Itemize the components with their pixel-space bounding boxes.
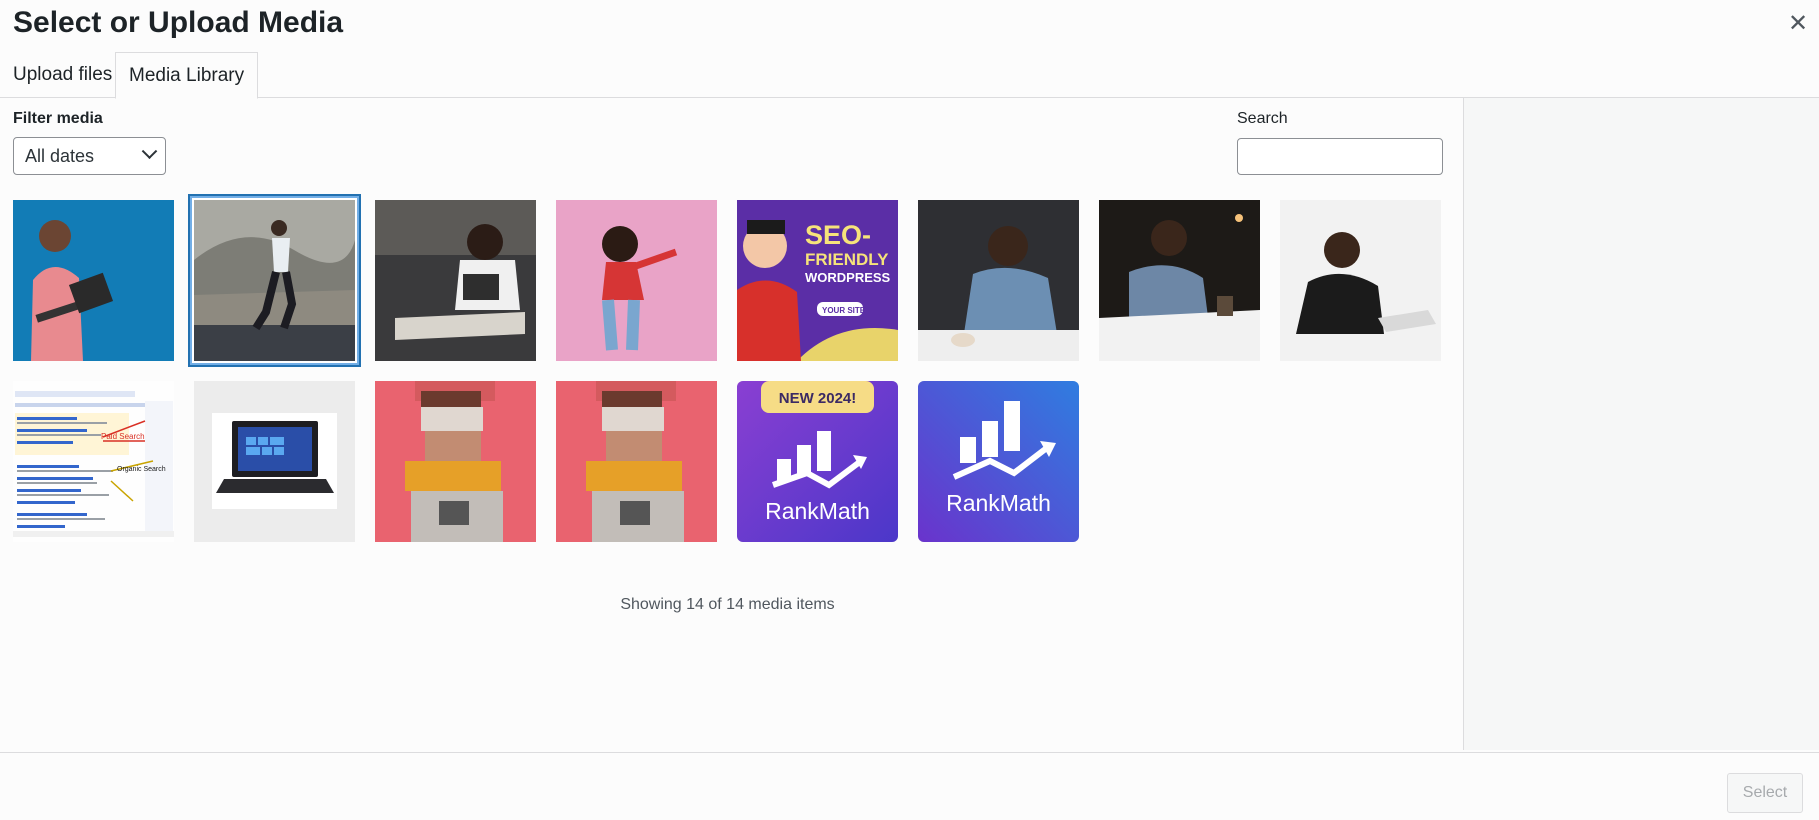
chevron-down-icon: [141, 143, 158, 160]
media-thumb-man-writing[interactable]: [1099, 200, 1260, 361]
media-thumb-man-brick[interactable]: [918, 200, 1079, 361]
media-thumb-laptop[interactable]: [194, 381, 355, 542]
attachment-details-sidebar: [1463, 98, 1819, 750]
media-thumb-man-white[interactable]: [1280, 200, 1441, 361]
search-label: Search: [1237, 110, 1288, 127]
modal-title: Select or Upload Media: [13, 6, 344, 39]
media-thumb-woman-dancing[interactable]: [556, 200, 717, 361]
select-button[interactable]: Select: [1727, 773, 1803, 813]
tab-upload-files[interactable]: Upload files: [0, 52, 125, 98]
media-thumb-rankmath[interactable]: RankMath: [918, 381, 1079, 542]
rankmath-wordmark-2: RankMath: [946, 490, 1051, 516]
seo-text-3: WORDPRESS: [805, 270, 891, 285]
search-input[interactable]: [1237, 138, 1443, 175]
media-router-tabs: Upload files Media Library: [0, 52, 1819, 99]
filter-media-label: Filter media: [13, 110, 103, 127]
media-thumb-search-results[interactable]: Paid Search Organic Search: [13, 381, 174, 542]
rankmath-badge-new: NEW 2024!: [779, 390, 857, 407]
tab-media-library[interactable]: Media Library: [115, 52, 259, 99]
media-toolbar: Select: [0, 752, 1819, 820]
media-modal: Select or Upload Media ✕ Upload files Me…: [0, 0, 1819, 820]
search-shot-organic: Organic Search: [117, 466, 166, 473]
date-filter-value: All dates: [25, 146, 95, 166]
media-thumb-pixelated-2[interactable]: [556, 381, 717, 542]
rankmath-wordmark-1: RankMath: [765, 498, 870, 524]
media-thumb-rankmath-2024[interactable]: NEW 2024! RankMath: [737, 381, 898, 542]
seo-text-2: FRIENDLY: [805, 250, 889, 269]
media-thumb-man-with-laptop[interactable]: [13, 200, 174, 361]
media-count-text: Showing 14 of 14 media items: [620, 596, 835, 613]
media-thumb-pixelated-1[interactable]: [375, 381, 536, 542]
search-shot-paid: Paid Search: [101, 432, 145, 441]
media-thumb-boy-tablet[interactable]: [375, 200, 536, 361]
seo-text-4: YOUR SITE: [822, 306, 866, 315]
date-filter-select[interactable]: All dates: [13, 137, 166, 175]
seo-text-1: SEO-: [805, 220, 871, 250]
close-icon[interactable]: ✕: [1785, 10, 1811, 37]
media-thumb-seo-wordpress[interactable]: SEO- FRIENDLY WORDPRESS YOUR SITE: [737, 200, 898, 361]
media-thumb-runner[interactable]: [192, 198, 357, 363]
